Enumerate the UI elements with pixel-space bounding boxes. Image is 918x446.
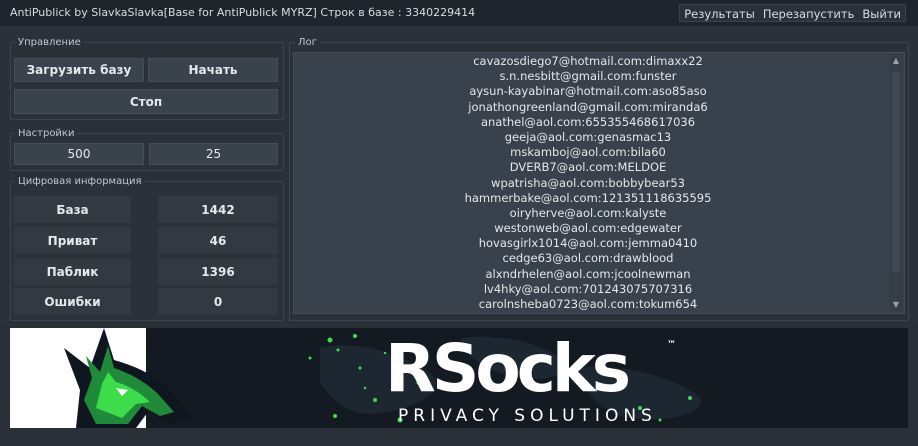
stat-label-private: Приват: [14, 227, 131, 254]
log-textbox[interactable]: cavazosdiego7@hotmail.com:dimaxx22 s.n.ne…: [293, 52, 905, 314]
trademark: ™: [667, 340, 676, 350]
log-line: wpatrisha@aol.com:bobbybear53: [491, 175, 685, 190]
log-line: alxndrhelen@aol.com:jcoolnewman: [485, 266, 691, 281]
log-line: westonweb@aol.com:edgewater: [494, 221, 682, 236]
restart-menu-item[interactable]: Перезапустить: [759, 5, 859, 21]
log-line: lv4hky@aol.com:701243075707316: [483, 281, 693, 296]
results-menu-item[interactable]: Результаты: [680, 5, 759, 21]
log-line: anathel@aol.com:655355468617036: [480, 114, 696, 129]
log-line: hovasgirlx1014@aol.com:jemma0410: [478, 236, 698, 251]
stat-value-public: 1396: [158, 258, 278, 285]
log-line: cavazosdiego7@hotmail.com:dimaxx22: [473, 54, 703, 68]
log-line: hammerbake@aol.com:121351118635595: [464, 190, 712, 205]
log-line: carolnsheba0723@aol.com:tokum654: [478, 297, 698, 311]
threads-field[interactable]: 500: [14, 143, 144, 165]
log-line: geeja@aol.com:genasmac13: [504, 129, 672, 144]
log-lines: cavazosdiego7@hotmail.com:dimaxx22 s.n.ne…: [294, 53, 882, 313]
log-line: oiryherve@aol.com:kalyste: [509, 205, 667, 220]
stat-label-errors: Ошибки: [14, 288, 131, 315]
window-title: AntiPublick by SlavkaSlavka[Base for Ant…: [10, 6, 476, 19]
stat-label-public: Паблик: [14, 258, 131, 285]
stat-value-base: 1442: [158, 196, 278, 223]
timeout-field[interactable]: 25: [149, 143, 278, 165]
stop-button[interactable]: Стоп: [14, 89, 278, 114]
start-button[interactable]: Начать: [148, 58, 278, 82]
log-scrollbar[interactable]: ▲ ▼: [889, 54, 903, 312]
stat-value-private: 46: [158, 227, 278, 254]
log-line: DVERB7@aol.com:MELDOE: [509, 160, 667, 175]
settings-group-label: Настройки: [15, 128, 78, 139]
log-line: cedge63@aol.com:drawblood: [502, 251, 674, 266]
log-group-label: Лог: [295, 37, 320, 48]
scroll-up-icon[interactable]: ▲: [891, 56, 901, 66]
title-menu: Результаты Перезапустить Выйти: [679, 4, 906, 22]
control-group-label: Управление: [15, 37, 84, 48]
banner-tagline: PRIVACY SOLUTIONS: [398, 406, 657, 426]
bottom-strip: [0, 428, 918, 446]
rsocks-banner[interactable]: RSocks ™ PRIVACY SOLUTIONS: [10, 328, 908, 428]
log-line: aysun-kayabinar@hotmail.com:aso85aso: [469, 84, 707, 99]
load-base-button[interactable]: Загрузить базу: [14, 58, 144, 82]
exit-menu-item[interactable]: Выйти: [858, 5, 905, 21]
log-line: s.n.nesbitt@gmail.com:funster: [499, 69, 677, 84]
stats-group-label: Цифровая информация: [15, 176, 145, 187]
scroll-thumb[interactable]: [892, 72, 900, 272]
stat-value-errors: 0: [158, 288, 278, 315]
scroll-down-icon[interactable]: ▼: [891, 300, 901, 310]
wolf-logo-icon: [64, 328, 192, 428]
log-line: jonathongreenland@gmail.com:miranda6: [468, 99, 708, 114]
log-line: mskamboj@aol.com:bila60: [510, 145, 666, 160]
brand-name: RSocks: [385, 330, 631, 407]
title-bar: AntiPublick by SlavkaSlavka[Base for Ant…: [0, 0, 918, 26]
stat-label-base: База: [14, 196, 131, 223]
